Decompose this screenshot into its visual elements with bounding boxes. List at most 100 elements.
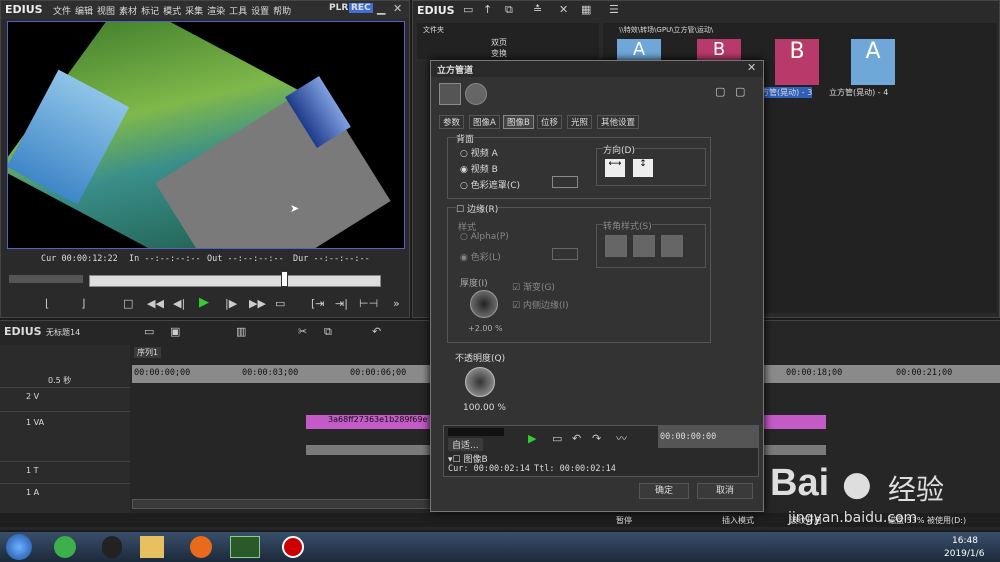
tree-item-transform[interactable]: 变换 [491,48,507,59]
play-icon[interactable]: ▶ [199,296,209,310]
thumb-b2[interactable]: B [775,39,819,85]
scrub-handle[interactable] [281,271,288,287]
up-icon[interactable]: ↑ [483,3,492,17]
inner-border-checkbox[interactable]: ☑ 内侧边缘(I) [512,298,569,311]
firefox-icon[interactable] [190,536,212,558]
tree-item-double-page[interactable]: 双页 [491,37,507,48]
kf-undo-icon[interactable]: ↶ [572,432,581,446]
border-color-swatch[interactable] [552,248,578,260]
more-icon[interactable]: » [393,297,400,311]
save-icon[interactable]: ▥ [236,325,246,339]
radio-video-a[interactable]: ○ 视频 A [460,146,498,159]
border-checkbox[interactable]: ☐ 边缘(R) [456,202,499,215]
list-icon[interactable]: ☰ [609,3,619,17]
set-out-icon[interactable]: ⌋ [81,297,85,311]
dialog-tool-icon-2[interactable]: ▢ [735,85,745,99]
kf-loop-icon[interactable]: ▭ [552,432,562,446]
fast-forward-icon[interactable]: ▶▶ [249,297,266,311]
track-1a[interactable]: 1 A [0,483,130,503]
menu-render[interactable]: 渲染 [207,7,225,17]
rec-toggle[interactable]: REC [349,3,373,13]
menu-help[interactable]: 帮助 [273,7,291,17]
cut-icon[interactable]: ✂ [298,325,307,339]
menu-tools[interactable]: 工具 [229,7,247,17]
track-1t[interactable]: 1 T [0,461,130,481]
corner-round-icon[interactable] [661,235,683,257]
rewind-icon[interactable]: ◀◀ [147,297,164,311]
matte-color-swatch[interactable] [552,176,578,188]
tab-image-b[interactable]: 图像B [503,115,534,129]
menu-view[interactable]: 视图 [97,7,115,17]
undo-icon[interactable]: ↶ [372,325,381,339]
menu-file[interactable]: 文件 [53,7,71,17]
edius-taskbar-icon[interactable] [230,536,260,558]
corner-square-icon[interactable] [605,235,627,257]
radio-alpha[interactable]: ○ Alpha(P) [460,232,509,242]
kf-ruler[interactable]: 00:00:00:00 [658,426,758,448]
scrub-bar[interactable] [89,275,381,287]
minimize-icon[interactable]: ▁ [377,2,385,16]
track-1va[interactable]: 1 VA [0,411,130,459]
cancel-button[interactable]: 取消 [697,483,753,499]
open-icon[interactable]: ▣ [170,325,180,339]
horizontal-arrow-icon[interactable]: ⟷ [605,159,625,177]
qq-icon[interactable] [102,536,122,558]
step-back-icon[interactable]: ◀| [173,297,185,311]
tab-image-a[interactable]: 图像A [469,115,500,129]
start-button[interactable] [6,534,32,560]
tray-date[interactable]: 2019/1/6 [944,549,984,559]
loop-icon[interactable]: ▭ [275,297,285,311]
effect-icon[interactable]: ≛ [533,3,542,17]
kf-play-icon[interactable]: ▶ [528,432,536,446]
opacity-knob[interactable] [465,367,495,397]
overwrite-icon[interactable]: ⇥| [335,297,348,311]
thickness-knob[interactable] [470,290,498,318]
dialog-tool-icon-1[interactable]: ▢ [715,85,725,99]
menu-clip[interactable]: 素材 [119,7,137,17]
radio-color[interactable]: ◉ 色彩(L) [460,250,501,263]
menu-settings[interactable]: 设置 [251,7,269,17]
step-forward-icon[interactable]: |▶ [225,297,237,311]
kf-graph-icon[interactable]: 〰 [616,432,627,446]
tab-params[interactable]: 参数 [439,115,465,129]
position-slider[interactable] [9,275,83,283]
explorer-icon[interactable] [140,536,164,558]
radio-color-matte[interactable]: ○ 色彩遮罩(C) [460,178,520,191]
menu-mode[interactable]: 模式 [163,7,181,17]
vertical-arrow-icon[interactable]: ↕ [633,159,653,177]
tab-other[interactable]: 其他设置 [597,115,640,129]
corner-bevel-icon[interactable] [633,235,655,257]
kf-redo-icon[interactable]: ↷ [592,432,601,446]
status-insert[interactable]: 插入模式 [722,515,754,526]
new-seq-icon[interactable]: ▭ [144,325,154,339]
preview-slider[interactable] [448,428,504,436]
split-icon[interactable]: ⊢⊣ [359,297,378,311]
menu-marker[interactable]: 标记 [141,7,159,17]
zoom-level[interactable]: 0.5 秒 [48,375,71,386]
menu-edit[interactable]: 编辑 [75,7,93,17]
track-2v[interactable]: 2 V [0,387,130,409]
plr-toggle[interactable]: PLR [329,3,348,13]
radio-video-b[interactable]: ◉ 视频 B [460,162,498,175]
dialog-close-icon[interactable]: ✕ [747,61,756,75]
sequence-tab[interactable]: 序列1 [134,347,162,358]
preset-palette-icon[interactable] [439,83,461,105]
view-icon[interactable]: ▦ [581,3,591,17]
copy-icon[interactable]: ⧉ [505,3,513,17]
stop-icon[interactable]: □ [123,297,133,311]
close-icon[interactable]: ✕ [393,2,402,16]
set-in-icon[interactable]: ⌊ [45,297,49,311]
record-icon[interactable] [282,536,304,558]
thumb-a2[interactable]: A [851,39,895,85]
tray-clock[interactable]: 16:48 [952,536,978,546]
ok-button[interactable]: 确定 [639,483,689,499]
insert-icon[interactable]: [⇥ [311,297,325,311]
preset-clock-icon[interactable] [465,83,487,105]
tab-lighting[interactable]: 光照 [567,115,593,129]
gradient-checkbox[interactable]: ☑ 渐变(G) [512,280,555,293]
paste-icon[interactable]: ⧉ [324,325,332,339]
menu-capture[interactable]: 采集 [185,7,203,17]
folder-icon[interactable]: ▭ [463,3,473,17]
app-icon-1[interactable] [54,536,76,558]
tab-offset[interactable]: 位移 [537,115,563,129]
